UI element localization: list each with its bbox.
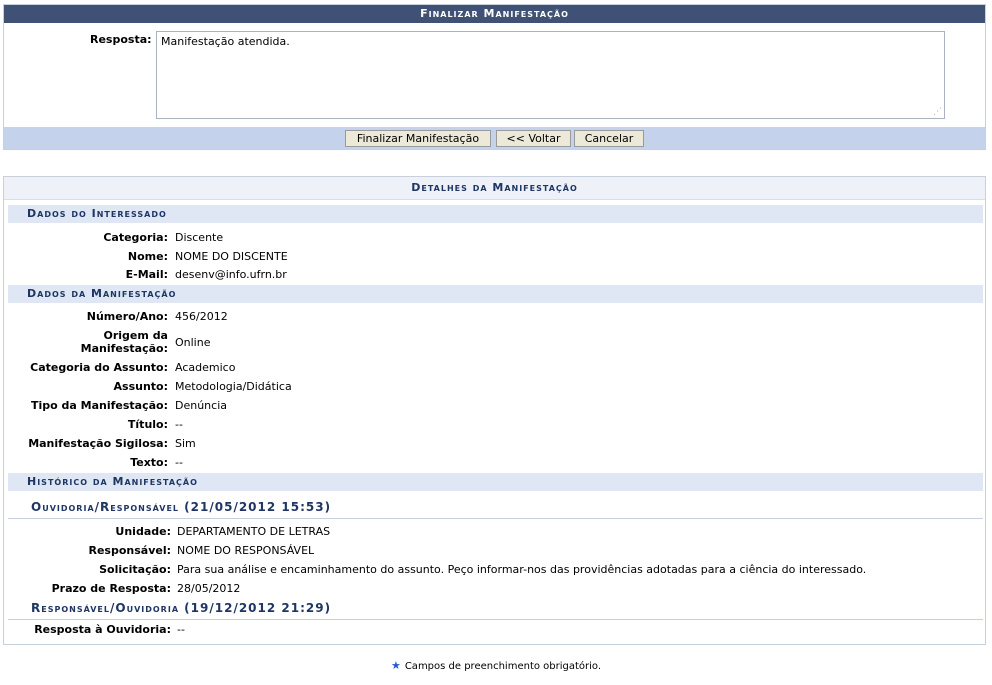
value-origem: Online xyxy=(175,336,211,349)
value-assunto: Metodologia/Didática xyxy=(175,380,292,393)
value-texto: -- xyxy=(175,456,183,469)
value-numero: 456/2012 xyxy=(175,310,228,323)
label-origem-line2: Manifestação: xyxy=(80,342,168,355)
cancelar-button[interactable]: Cancelar xyxy=(574,130,644,147)
label-solicitacao: Solicitação: xyxy=(99,563,171,576)
finalizar-form: Finalizar Manifestação Resposta: Manifes… xyxy=(3,4,986,150)
value-tipo: Denúncia xyxy=(175,399,227,412)
resposta-label: Resposta: xyxy=(90,33,152,46)
label-unidade: Unidade: xyxy=(115,525,171,538)
label-titulo: Título: xyxy=(127,418,168,431)
label-resposta-ouvidoria: Resposta à Ouvidoria: xyxy=(34,623,171,636)
value-categoria-assunto: Academico xyxy=(175,361,236,374)
label-origem-line1: Origem da xyxy=(103,329,168,342)
value-email: desenv@info.ufrn.br xyxy=(175,268,287,281)
value-solicitacao: Para sua análise e encaminhamento do ass… xyxy=(177,563,867,576)
section-historico: Histórico da Manifestação xyxy=(8,473,983,491)
label-categoria: Categoria: xyxy=(103,231,168,244)
label-email: E-Mail: xyxy=(125,268,168,281)
label-categoria-assunto: Categoria do Assunto: xyxy=(30,361,168,374)
resposta-textarea[interactable]: Manifestação atendida. xyxy=(156,31,945,119)
historico-entry1-heading: Ouvidoria/Responsável (21/05/2012 15:53) xyxy=(31,500,332,514)
value-categoria: Discente xyxy=(175,231,224,244)
divider xyxy=(8,619,983,620)
voltar-button[interactable]: << Voltar xyxy=(496,130,571,147)
value-nome: NOME DO DISCENTE xyxy=(175,250,288,263)
historico-entry2-heading: Responsável/Ouvidoria (19/12/2012 21:29) xyxy=(31,601,332,615)
label-responsavel: Responsável: xyxy=(88,544,171,557)
section-interessado: Dados do Interessado xyxy=(8,205,983,223)
star-icon: ★ xyxy=(390,659,401,672)
value-responsavel: NOME DO RESPONSÁVEL xyxy=(177,544,315,557)
required-fields-note: ★ Campos de preenchimento obrigatório. xyxy=(0,659,992,672)
finalizar-button[interactable]: Finalizar Manifestação xyxy=(345,130,491,147)
details-panel: Detalhes da Manifestação Dados do Intere… xyxy=(3,176,986,645)
value-unidade: DEPARTAMENTO DE LETRAS xyxy=(177,525,331,538)
label-prazo: Prazo de Resposta: xyxy=(51,582,171,595)
label-texto: Texto: xyxy=(130,456,168,469)
value-titulo: -- xyxy=(175,418,183,431)
footnote-text: Campos de preenchimento obrigatório. xyxy=(404,661,602,672)
label-origem: Origem da Manifestação: xyxy=(81,329,168,355)
form-footer: Finalizar Manifestação << Voltar Cancela… xyxy=(4,127,985,149)
resize-grip-icon[interactable]: ⋰ xyxy=(932,107,942,117)
section-manifestacao: Dados da Manifestação xyxy=(8,285,983,303)
form-title: Finalizar Manifestação xyxy=(4,5,985,23)
value-sigilosa: Sim xyxy=(175,437,196,450)
value-resposta-ouvidoria: -- xyxy=(177,623,185,636)
label-numero: Número/Ano: xyxy=(86,310,168,323)
label-sigilosa: Manifestação Sigilosa: xyxy=(28,437,168,450)
label-assunto: Assunto: xyxy=(113,380,168,393)
label-nome: Nome: xyxy=(127,250,168,263)
label-tipo: Tipo da Manifestação: xyxy=(30,399,168,412)
details-title: Detalhes da Manifestação xyxy=(4,177,985,200)
divider xyxy=(8,518,983,519)
value-prazo: 28/05/2012 xyxy=(177,582,241,595)
